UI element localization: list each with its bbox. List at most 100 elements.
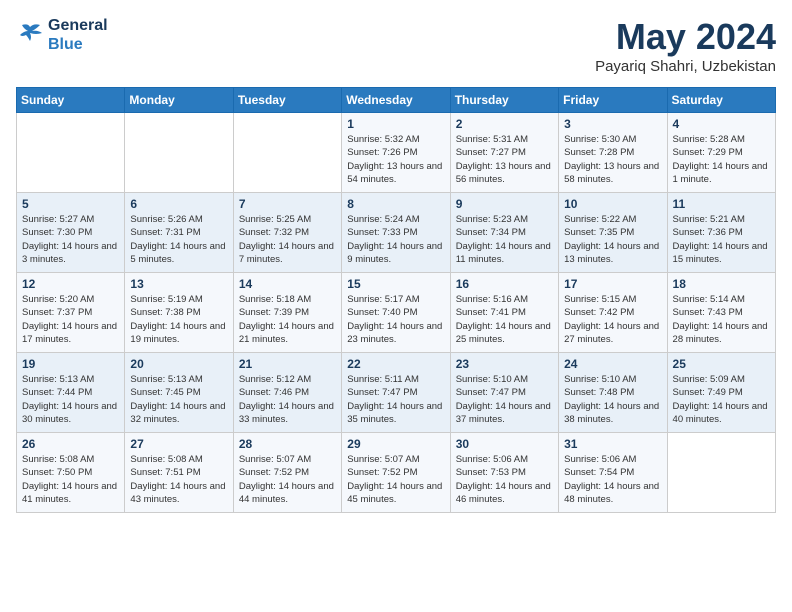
weekday-header: Thursday: [450, 88, 558, 113]
day-info: Sunrise: 5:24 AM Sunset: 7:33 PM Dayligh…: [347, 213, 444, 266]
day-info: Sunrise: 5:26 AM Sunset: 7:31 PM Dayligh…: [130, 213, 227, 266]
weekday-header-row: SundayMondayTuesdayWednesdayThursdayFrid…: [17, 88, 776, 113]
calendar-cell: 15 Sunrise: 5:17 AM Sunset: 7:40 PM Dayli…: [342, 273, 450, 353]
calendar-cell: 26 Sunrise: 5:08 AM Sunset: 7:50 PM Dayli…: [17, 433, 125, 513]
day-info: Sunrise: 5:32 AM Sunset: 7:26 PM Dayligh…: [347, 133, 444, 186]
calendar-cell: 25Sunrise: 5:09 AM Sunset: 7:49 PM Dayli…: [667, 353, 775, 433]
day-info: Sunrise: 5:23 AM Sunset: 7:34 PM Dayligh…: [456, 213, 553, 266]
day-number: 14: [239, 277, 336, 291]
day-info: Sunrise: 5:09 AM Sunset: 7:49 PM Dayligh…: [673, 373, 770, 426]
calendar-cell: 28 Sunrise: 5:07 AM Sunset: 7:52 PM Dayli…: [233, 433, 341, 513]
calendar-cell: 13 Sunrise: 5:19 AM Sunset: 7:38 PM Dayli…: [125, 273, 233, 353]
weekday-header: Tuesday: [233, 88, 341, 113]
calendar-week-row: 26 Sunrise: 5:08 AM Sunset: 7:50 PM Dayli…: [17, 433, 776, 513]
day-number: 12: [22, 277, 119, 291]
day-number: 29: [347, 437, 444, 451]
day-number: 3: [564, 117, 661, 131]
calendar-table: SundayMondayTuesdayWednesdayThursdayFrid…: [16, 87, 776, 513]
weekday-header: Friday: [559, 88, 667, 113]
day-number: 26: [22, 437, 119, 451]
day-number: 11: [673, 197, 770, 211]
day-number: 16: [456, 277, 553, 291]
calendar-cell: 4 Sunrise: 5:28 AM Sunset: 7:29 PM Daylig…: [667, 113, 775, 193]
calendar-cell: 10 Sunrise: 5:22 AM Sunset: 7:35 PM Dayli…: [559, 193, 667, 273]
day-number: 6: [130, 197, 227, 211]
day-number: 19: [22, 357, 119, 371]
day-info: Sunrise: 5:10 AM Sunset: 7:47 PM Dayligh…: [456, 373, 553, 426]
calendar-cell: 23 Sunrise: 5:10 AM Sunset: 7:47 PM Dayli…: [450, 353, 558, 433]
day-info: Sunrise: 5:14 AM Sunset: 7:43 PM Dayligh…: [673, 293, 770, 346]
day-info: Sunrise: 5:22 AM Sunset: 7:35 PM Dayligh…: [564, 213, 661, 266]
day-info: Sunrise: 5:30 AM Sunset: 7:28 PM Dayligh…: [564, 133, 661, 186]
day-number: 10: [564, 197, 661, 211]
day-info: Sunrise: 5:31 AM Sunset: 7:27 PM Dayligh…: [456, 133, 553, 186]
day-number: 13: [130, 277, 227, 291]
calendar-cell: 8Sunrise: 5:24 AM Sunset: 7:33 PM Daylig…: [342, 193, 450, 273]
day-info: Sunrise: 5:15 AM Sunset: 7:42 PM Dayligh…: [564, 293, 661, 346]
day-info: Sunrise: 5:06 AM Sunset: 7:53 PM Dayligh…: [456, 453, 553, 506]
day-info: Sunrise: 5:19 AM Sunset: 7:38 PM Dayligh…: [130, 293, 227, 346]
calendar-cell: [667, 433, 775, 513]
weekday-header: Saturday: [667, 88, 775, 113]
calendar-cell: [125, 113, 233, 193]
calendar-cell: 20Sunrise: 5:13 AM Sunset: 7:45 PM Dayli…: [125, 353, 233, 433]
calendar-cell: 3 Sunrise: 5:30 AM Sunset: 7:28 PM Daylig…: [559, 113, 667, 193]
day-number: 18: [673, 277, 770, 291]
day-info: Sunrise: 5:16 AM Sunset: 7:41 PM Dayligh…: [456, 293, 553, 346]
day-info: Sunrise: 5:10 AM Sunset: 7:48 PM Dayligh…: [564, 373, 661, 426]
day-info: Sunrise: 5:07 AM Sunset: 7:52 PM Dayligh…: [239, 453, 336, 506]
day-number: 9: [456, 197, 553, 211]
day-number: 30: [456, 437, 553, 451]
calendar-cell: 21Sunrise: 5:12 AM Sunset: 7:46 PM Dayli…: [233, 353, 341, 433]
title-block: May 2024 Payariq Shahri, Uzbekistan: [595, 16, 776, 75]
logo: General Blue: [16, 16, 108, 54]
calendar-cell: 9 Sunrise: 5:23 AM Sunset: 7:34 PM Daylig…: [450, 193, 558, 273]
day-number: 22: [347, 357, 444, 371]
day-info: Sunrise: 5:28 AM Sunset: 7:29 PM Dayligh…: [673, 133, 770, 186]
calendar-cell: 24 Sunrise: 5:10 AM Sunset: 7:48 PM Dayli…: [559, 353, 667, 433]
day-number: 2: [456, 117, 553, 131]
day-info: Sunrise: 5:13 AM Sunset: 7:45 PM Dayligh…: [130, 373, 227, 426]
calendar-cell: 6 Sunrise: 5:26 AM Sunset: 7:31 PM Daylig…: [125, 193, 233, 273]
day-number: 15: [347, 277, 444, 291]
calendar-week-row: 12 Sunrise: 5:20 AM Sunset: 7:37 PM Dayli…: [17, 273, 776, 353]
day-info: Sunrise: 5:07 AM Sunset: 7:52 PM Dayligh…: [347, 453, 444, 506]
calendar-cell: 30 Sunrise: 5:06 AM Sunset: 7:53 PM Dayli…: [450, 433, 558, 513]
calendar-cell: 1 Sunrise: 5:32 AM Sunset: 7:26 PM Daylig…: [342, 113, 450, 193]
day-info: Sunrise: 5:27 AM Sunset: 7:30 PM Dayligh…: [22, 213, 119, 266]
calendar-cell: 29 Sunrise: 5:07 AM Sunset: 7:52 PM Dayli…: [342, 433, 450, 513]
calendar-week-row: 19 Sunrise: 5:13 AM Sunset: 7:44 PM Dayli…: [17, 353, 776, 433]
day-number: 23: [456, 357, 553, 371]
weekday-header: Monday: [125, 88, 233, 113]
location-subtitle: Payariq Shahri, Uzbekistan: [595, 58, 776, 75]
calendar-cell: [17, 113, 125, 193]
calendar-cell: 17Sunrise: 5:15 AM Sunset: 7:42 PM Dayli…: [559, 273, 667, 353]
calendar-cell: 11Sunrise: 5:21 AM Sunset: 7:36 PM Dayli…: [667, 193, 775, 273]
calendar-cell: [233, 113, 341, 193]
day-number: 24: [564, 357, 661, 371]
day-info: Sunrise: 5:08 AM Sunset: 7:50 PM Dayligh…: [22, 453, 119, 506]
day-info: Sunrise: 5:20 AM Sunset: 7:37 PM Dayligh…: [22, 293, 119, 346]
calendar-week-row: 1 Sunrise: 5:32 AM Sunset: 7:26 PM Daylig…: [17, 113, 776, 193]
day-info: Sunrise: 5:08 AM Sunset: 7:51 PM Dayligh…: [130, 453, 227, 506]
logo-text: General Blue: [48, 16, 108, 54]
calendar-cell: 12 Sunrise: 5:20 AM Sunset: 7:37 PM Dayli…: [17, 273, 125, 353]
day-number: 28: [239, 437, 336, 451]
calendar-cell: 19 Sunrise: 5:13 AM Sunset: 7:44 PM Dayli…: [17, 353, 125, 433]
weekday-header: Wednesday: [342, 88, 450, 113]
day-info: Sunrise: 5:11 AM Sunset: 7:47 PM Dayligh…: [347, 373, 444, 426]
day-number: 4: [673, 117, 770, 131]
day-number: 5: [22, 197, 119, 211]
calendar-week-row: 5 Sunrise: 5:27 AM Sunset: 7:30 PM Daylig…: [17, 193, 776, 273]
calendar-cell: 7Sunrise: 5:25 AM Sunset: 7:32 PM Daylig…: [233, 193, 341, 273]
calendar-cell: 22 Sunrise: 5:11 AM Sunset: 7:47 PM Dayli…: [342, 353, 450, 433]
day-number: 1: [347, 117, 444, 131]
calendar-cell: 5 Sunrise: 5:27 AM Sunset: 7:30 PM Daylig…: [17, 193, 125, 273]
day-info: Sunrise: 5:25 AM Sunset: 7:32 PM Dayligh…: [239, 213, 336, 266]
logo-icon: [16, 21, 44, 49]
weekday-header: Sunday: [17, 88, 125, 113]
day-info: Sunrise: 5:13 AM Sunset: 7:44 PM Dayligh…: [22, 373, 119, 426]
calendar-cell: 18 Sunrise: 5:14 AM Sunset: 7:43 PM Dayli…: [667, 273, 775, 353]
page-header: General Blue May 2024 Payariq Shahri, Uz…: [16, 16, 776, 75]
day-info: Sunrise: 5:17 AM Sunset: 7:40 PM Dayligh…: [347, 293, 444, 346]
